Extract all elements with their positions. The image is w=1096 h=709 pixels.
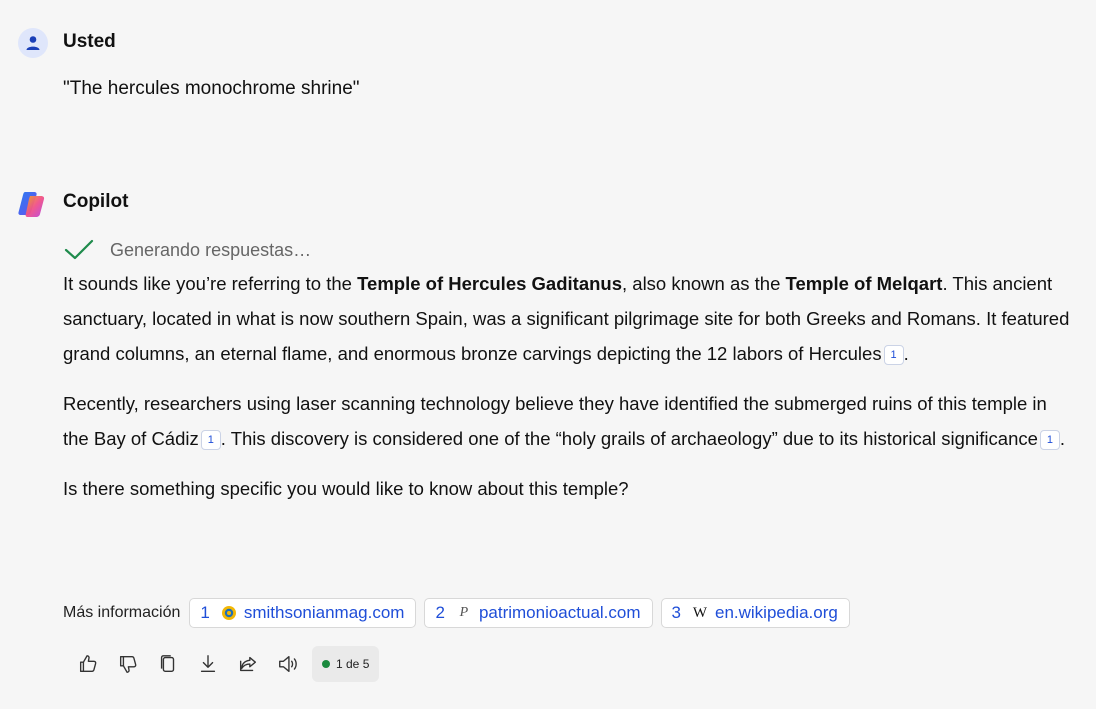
source-link-3[interactable]: 3 W en.wikipedia.org (660, 598, 850, 628)
wikipedia-icon: W (692, 604, 708, 621)
user-icon (26, 36, 40, 50)
user-message: "The hercules monochrome shrine" (63, 78, 360, 99)
answer-paragraph-2: Recently, researchers using laser scanni… (63, 386, 1073, 456)
source-domain: smithsonianmag.com (243, 603, 405, 622)
user-name: Usted (63, 31, 116, 52)
thumbs-down-button[interactable] (108, 646, 148, 682)
source-number: 3 (671, 603, 681, 622)
read-aloud-button[interactable] (268, 646, 308, 682)
copilot-name: Copilot (63, 191, 129, 212)
more-info-bar: Más información 1 smithsonianmag.com 2 P… (63, 598, 858, 628)
source-link-2[interactable]: 2 P patrimonioactual.com (424, 598, 653, 628)
checkmark-icon (64, 239, 94, 260)
answer-text: . (1059, 428, 1066, 449)
page-indicator-text: 1 de 5 (336, 657, 370, 671)
response-page-indicator[interactable]: 1 de 5 (312, 646, 380, 682)
answer-paragraph-3: Is there something specific you would li… (63, 478, 629, 499)
source-domain: en.wikipedia.org (714, 603, 838, 622)
status-dot (322, 660, 330, 668)
download-icon (200, 655, 216, 673)
generation-status: Generando respuestas… (63, 236, 311, 264)
read-aloud-icon (279, 655, 297, 673)
source-number: 1 (200, 603, 210, 622)
thumbs-up-icon (79, 655, 97, 673)
citation-badge[interactable]: 1 (883, 345, 904, 365)
thumbs-up-button[interactable] (68, 646, 108, 682)
source-link-1[interactable]: 1 smithsonianmag.com (189, 598, 417, 628)
source-domain: patrimonioactual.com (478, 603, 641, 622)
copy-icon (160, 655, 175, 673)
citation-badge[interactable]: 1 (1039, 430, 1060, 450)
thumbs-down-icon (119, 655, 137, 673)
user-avatar (18, 28, 48, 58)
download-button[interactable] (188, 646, 228, 682)
answer-text: . This discovery is considered one of th… (220, 428, 1038, 449)
more-info-label: Más información (63, 604, 181, 621)
copy-button[interactable] (148, 646, 188, 682)
generation-status-text: Generando respuestas… (110, 239, 312, 260)
answer-text: , also known as the (622, 273, 786, 294)
answer-bold-term: Temple of Hercules Gaditanus (357, 273, 622, 294)
smithsonian-icon (221, 605, 237, 621)
source-number: 2 (435, 603, 445, 622)
patrimonio-icon: P (459, 605, 469, 620)
answer-bold-term: Temple of Melqart (785, 273, 943, 294)
copilot-logo-icon (18, 192, 45, 217)
response-toolbar: 1 de 5 (68, 646, 380, 682)
answer-text: It sounds like you’re referring to the (63, 273, 358, 294)
copilot-answer: It sounds like you’re referring to the T… (63, 266, 1073, 521)
answer-text: . (903, 343, 909, 364)
share-button[interactable] (228, 646, 268, 682)
citation-badge[interactable]: 1 (200, 430, 221, 450)
share-icon (239, 656, 257, 672)
answer-paragraph-1: It sounds like you’re referring to the T… (63, 266, 1073, 371)
